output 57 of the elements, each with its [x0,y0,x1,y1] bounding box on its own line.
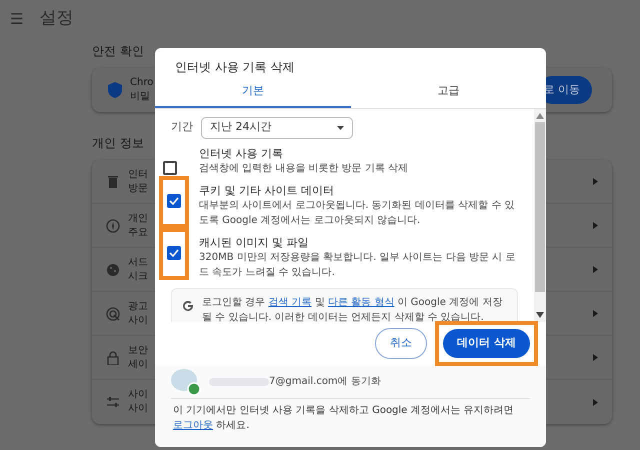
scrollbar[interactable] [534,108,546,322]
arrow-icon[interactable] [593,310,598,317]
row-title: 개인 [128,212,148,226]
cookie-icon [106,262,120,276]
row-description: 사이 [128,402,148,416]
cancel-button[interactable]: 취소 [375,328,428,359]
sync-info-text: 로그인할 경우 검색 기록 및 다른 활동 형식 이 Google 계정에 저장될 수 있습니다. 이러한 데이터는 언제든지 삭제할 수 있습니다. [202,296,504,322]
arrow-icon[interactable] [593,266,598,273]
row-title: 인터 [128,168,148,182]
arrow-icon[interactable] [593,398,598,406]
row-title: 보안 [128,344,148,358]
link[interactable]: 검색 기록 [268,296,312,308]
option-title: 쿠키 및 기타 사이트 데이터 [199,184,335,198]
sliders-icon [106,395,120,409]
row-description: 방문 [128,182,148,196]
scrollbar-thumb[interactable] [535,122,545,292]
option-description: 대부분의 사이트에서 로그아웃됩니다. 동기화된 데이터를 삭제할 수 있도록 Google 계정에서는 로그아웃되지 않습니다. [199,198,516,228]
option-title: 인터넷 사용 기록 [199,146,284,160]
option-description: 320MB 미만의 저장용량을 확보합니다. 일부 사이트는 다음 방문 시 로드 속도가 느려질 수 있습니다. [199,250,516,280]
sign-out-note: 이 기기에서만 인터넷 사용 기록을 삭제하고 Google 계정에서는 유지하려면 로그아웃 하세요. [172,404,515,432]
tab[interactable]: 기본 [155,80,350,108]
checkbox[interactable] [163,160,177,174]
checkbox[interactable] [167,246,181,260]
trash-icon [106,174,120,188]
row-description: 세이 [128,358,148,372]
option-description: 검색창에 입력한 내용을 비롯한 방문 기록 삭제 [199,162,408,176]
checkbox[interactable] [167,194,181,208]
google-icon [182,300,194,312]
delete-data-button[interactable]: 데이터 삭제 [443,329,530,358]
link[interactable]: 로그아웃 [173,420,213,430]
avatar-icon [171,368,201,396]
arrow-icon[interactable] [593,354,598,361]
row-title: 서드 [128,256,148,270]
card-title: Chro [130,76,154,90]
period-label: 기간 [171,119,193,136]
row-title: 사이 [128,388,148,402]
card-description: 비밀 [130,90,151,104]
row-description: 시크 [128,270,148,284]
period-select[interactable]: 지난 24시간 [201,116,353,138]
arrow-icon[interactable] [593,222,598,229]
row-title: 광고 [128,300,148,314]
section-heading: 안전 확인 [92,43,145,60]
arrow-icon[interactable] [593,178,598,185]
shield-icon [108,82,122,98]
page-title: 설정 [39,7,74,30]
lock-icon [106,350,120,364]
section-heading: 개인 정보 [92,135,145,152]
option-title: 캐시된 이미지 및 파일 [199,236,310,250]
account-email: 7@gmail.com에 동기화 [269,375,381,389]
row-description: 주요 [128,226,148,240]
row-description: 사이 [128,314,148,328]
compass-icon [106,218,120,232]
scroll-down-icon[interactable] [536,312,544,318]
caret-icon [337,126,344,130]
target-icon [106,306,120,320]
dialog-title: 인터넷 사용 기록 삭제 [174,59,296,76]
link[interactable]: 다른 활동 형식 [328,296,394,308]
